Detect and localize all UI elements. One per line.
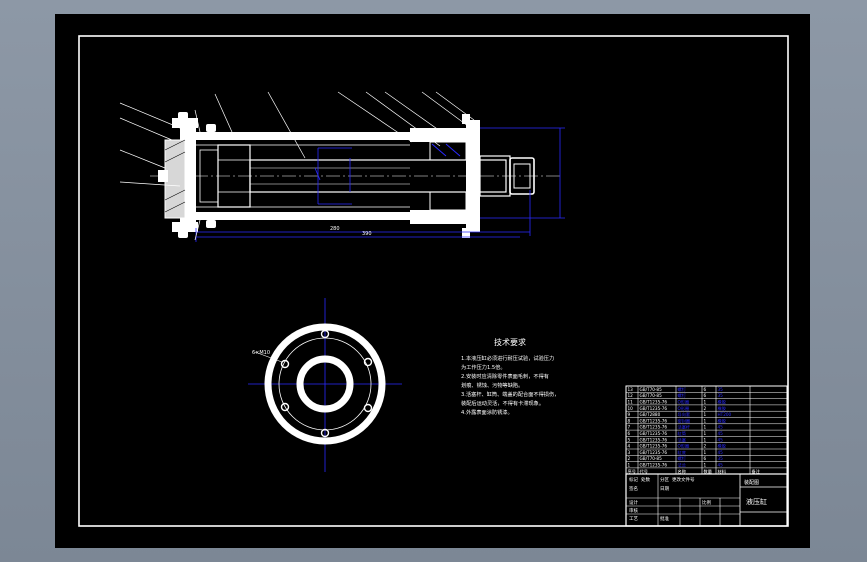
parts-cell: 6 xyxy=(704,393,707,398)
parts-cell: 6 xyxy=(704,387,707,392)
parts-cell: 1 xyxy=(628,463,631,468)
parts-cell: O形圈 xyxy=(678,399,690,406)
parts-cell: 4 xyxy=(628,444,631,449)
title-label: 日期 xyxy=(660,486,669,492)
tech-line: 划痕、锈蚀、污物等缺陷。 xyxy=(461,381,523,389)
parts-cell: 45 xyxy=(718,425,724,430)
parts-cell: GB/T1235-76 xyxy=(640,463,668,468)
parts-cell: GB/T70-85 xyxy=(640,456,663,461)
parts-cell: 1 xyxy=(704,450,707,455)
parts-cell: 活塞 xyxy=(678,436,687,443)
parts-cell: 法兰 xyxy=(678,462,686,469)
title-label: 批准 xyxy=(660,515,669,522)
parts-cell: GB/T1235-76 xyxy=(640,418,668,423)
parts-cell: 1 xyxy=(704,437,707,442)
parts-cell: 螺钉 xyxy=(678,455,687,462)
parts-cell: 9 xyxy=(628,412,631,417)
tech-line: 装配后运动灵活，不得有卡滞现象。 xyxy=(461,399,544,407)
barrel-wall-bottom xyxy=(196,212,410,220)
scale-label: 比例 xyxy=(702,499,711,506)
parts-cell: 35 xyxy=(718,456,724,461)
parts-cell: 螺钉 xyxy=(678,386,687,393)
title-label: 处数 xyxy=(641,476,650,483)
tech-line: 1.本液压缸必须进行耐压试验，试验压力 xyxy=(461,354,554,362)
parts-cell: 1 xyxy=(704,412,707,417)
parts-cell: GB/T1235-76 xyxy=(640,437,668,442)
gland-bottom xyxy=(410,210,466,224)
parts-cell: 3 xyxy=(628,450,631,455)
parts-cell: GB/T1235-76 xyxy=(640,400,668,405)
parts-cell: 活塞杆 xyxy=(678,424,691,431)
parts-cell: O形圈 xyxy=(678,405,690,412)
parts-cell: HT200 xyxy=(718,412,732,417)
dim-text-2: 390 xyxy=(362,231,372,237)
parts-cell: 35 xyxy=(718,387,724,392)
parts-cell: GB/T2880 xyxy=(640,412,661,417)
cad-drawing-viewport[interactable]: 280 390 6×M10 技术要求 1.本液压缸必须进行耐压试验，试验压力 为… xyxy=(0,0,867,562)
parts-cell: 密封圈 xyxy=(678,417,691,424)
parts-cell: 1 xyxy=(704,425,707,430)
parts-cell: 橡胶 xyxy=(718,443,726,450)
parts-cell: 1 xyxy=(704,418,707,423)
front-flange xyxy=(466,120,480,232)
parts-cell: 45 xyxy=(718,463,724,468)
tech-line: 为工作压力1.5倍。 xyxy=(461,363,506,371)
parts-cell: GB/T1235-76 xyxy=(640,406,668,411)
parts-cell: 13 xyxy=(628,387,634,392)
dim-text-1: 280 xyxy=(330,226,340,232)
barrel-wall-top xyxy=(196,132,410,140)
title-label: 设计 xyxy=(629,499,638,506)
parts-cell: 螺钉 xyxy=(678,392,687,399)
parts-cell: 1 xyxy=(704,400,707,405)
parts-cell: GB/T1235-76 xyxy=(640,431,668,436)
parts-cell: 10 xyxy=(628,406,634,411)
parts-cell: 45 xyxy=(718,450,724,455)
parts-cell: 橡胶 xyxy=(718,405,726,412)
parts-cell: 35 xyxy=(718,393,724,398)
parts-cell: 7 xyxy=(628,425,631,430)
parts-cell: 45 xyxy=(718,437,724,442)
drawing-subtitle: 装配图 xyxy=(744,479,759,486)
parts-cell: 12 xyxy=(628,393,634,398)
tech-line: 3.活塞杆、缸筒、端盖的配合面不得损伤， xyxy=(461,390,559,398)
parts-cell: 11 xyxy=(628,400,634,405)
parts-cell: 导向套 xyxy=(678,411,691,418)
parts-cell: GB/T1235-76 xyxy=(640,450,668,455)
parts-cell: 6 xyxy=(628,431,631,436)
port xyxy=(158,170,168,182)
parts-cell: GB/T70-85 xyxy=(640,393,663,398)
parts-cell: 2 xyxy=(704,406,707,411)
parts-cell: 1 xyxy=(704,431,707,436)
parts-cell: O形圈 xyxy=(678,443,690,450)
tech-title: 技术要求 xyxy=(494,337,526,347)
hole-note: 6×M10 xyxy=(252,350,270,356)
parts-cell: 1 xyxy=(704,463,707,468)
parts-cell: 6 xyxy=(704,456,707,461)
parts-cell: GB/T70-85 xyxy=(640,387,663,392)
parts-cell: GB/T1235-76 xyxy=(640,444,668,449)
parts-cell: 2 xyxy=(704,444,707,449)
title-label: 工艺 xyxy=(629,516,638,522)
parts-cell: 5 xyxy=(628,437,631,442)
parts-cell: 45 xyxy=(718,431,724,436)
parts-cell: 8 xyxy=(628,418,631,423)
parts-cell: 2 xyxy=(628,456,631,461)
parts-cell: GB/T1235-76 xyxy=(640,425,668,430)
parts-cell: 缸筒 xyxy=(678,430,686,437)
title-label: 标记 xyxy=(629,476,638,483)
tech-line: 2.安装时应清除零件表面毛刺，不得有 xyxy=(461,372,549,380)
title-label: 更改文件号 xyxy=(672,476,695,483)
title-label: 签名 xyxy=(629,485,638,492)
tech-line: 4.外露表面涂防锈漆。 xyxy=(461,408,513,416)
drawing-name: 液压缸 xyxy=(746,497,767,506)
parts-cell: 缸底 xyxy=(678,449,686,456)
title-label: 分区 xyxy=(660,476,669,483)
parts-cell: 橡胶 xyxy=(718,417,726,424)
parts-cell: 橡胶 xyxy=(718,399,726,406)
title-label: 审核 xyxy=(629,507,638,514)
